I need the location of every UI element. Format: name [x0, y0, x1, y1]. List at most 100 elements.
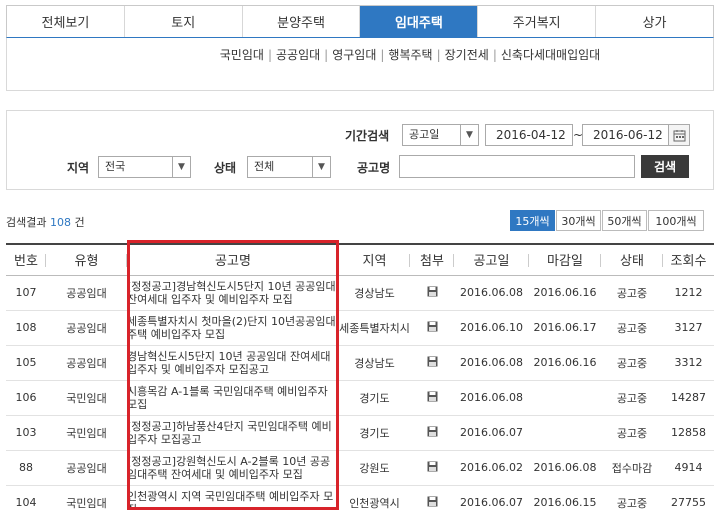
row-title-link[interactable]: 경남혁신도시5단지 10년 공공임대 잔여세대 입주자 및 예비입주자 모집공고	[127, 345, 339, 381]
row-views: 14287	[663, 380, 714, 416]
row-status: 접수마감	[601, 450, 663, 486]
floppy-disk-icon[interactable]	[427, 426, 438, 440]
table-row[interactable]: 108 공공임대 세종특별자치시 첫마을(2)단지 10년공공임대주택 예비입주…	[6, 310, 714, 346]
header-views: 조회수	[663, 243, 714, 276]
attachment-cell[interactable]	[410, 485, 454, 510]
subnav-permanent-rental[interactable]: 영구임대	[332, 48, 376, 62]
notice-table: 번호 유형 공고명 지역 첨부 공고일 마감일 상태 조회수 107 공공임대 …	[6, 243, 714, 510]
subnav-public-rental[interactable]: 공공임대	[276, 48, 320, 62]
subnav-new-multiplex[interactable]: 신축다세대매입임대	[501, 48, 600, 62]
calendar-icon[interactable]	[668, 124, 690, 146]
subnav-long-term-jeonse[interactable]: 장기전세	[445, 48, 489, 62]
row-views: 1212	[663, 275, 714, 311]
attachment-cell[interactable]	[410, 415, 454, 451]
header-title: 공고명	[127, 243, 339, 276]
row-title-link[interactable]: [정정공고]경남혁신도시5단지 10년 공공임대 잔여세대 입주자 및 예비입주…	[127, 275, 339, 311]
header-close-date: 마감일	[529, 243, 601, 276]
date-to-input[interactable]: 2016-06-12	[582, 124, 670, 146]
attachment-cell[interactable]	[410, 310, 454, 346]
tab-all[interactable]: 전체보기	[7, 6, 125, 37]
tab-rental-housing[interactable]: 임대주택	[360, 6, 479, 37]
row-close-date: 2016.06.16	[529, 275, 601, 311]
search-panel: 기간검색 공고일 ▼ 2016-04-12 ~ 2016-06-12 지역 전국 ▼…	[6, 110, 714, 190]
tab-land[interactable]: 토지	[124, 6, 243, 37]
row-views: 27755	[663, 485, 714, 510]
row-status: 공고중	[601, 415, 663, 451]
floppy-disk-icon[interactable]	[427, 286, 438, 300]
subnav-national-rental[interactable]: 국민임대	[220, 48, 264, 62]
period-type-select[interactable]: 공고일 ▼	[402, 124, 479, 146]
floppy-disk-icon[interactable]	[427, 461, 438, 475]
row-title-link[interactable]: 인천광역시 지역 국민임대주택 예비입주자 모집	[127, 485, 339, 510]
row-title-link[interactable]: [정정공고]하남풍산4단지 국민임대주택 예비입주자 모집공고	[127, 415, 339, 451]
attachment-cell[interactable]	[410, 450, 454, 486]
status-label: 상태	[214, 161, 237, 175]
row-close-date: 2016.06.15	[529, 485, 601, 510]
row-region: 경상남도	[339, 275, 410, 311]
row-region: 강원도	[339, 450, 410, 486]
perpage-50-button[interactable]: 50개씩	[602, 210, 647, 231]
row-status: 공고중	[601, 380, 663, 416]
floppy-disk-icon[interactable]	[427, 356, 438, 370]
perpage-15-button[interactable]: 15개씩	[510, 210, 555, 231]
row-close-date	[529, 380, 601, 416]
tab-sale-housing[interactable]: 분양주택	[242, 6, 361, 37]
row-type: 국민임대	[46, 415, 127, 451]
row-views: 3312	[663, 345, 714, 381]
status-select[interactable]: 전체 ▼	[247, 156, 331, 178]
table-row[interactable]: 88 공공임대 [정정공고]강원혁신도시 A-2블록 10년 공공임대주택 잔여…	[6, 450, 714, 486]
attachment-cell[interactable]	[410, 275, 454, 311]
period-label: 기간검색	[345, 129, 390, 143]
header-attachment: 첨부	[410, 243, 454, 276]
subnav: 국민임대 | 공공임대 | 영구임대 | 행복주택 | 장기전세 | 신축다세대매입임대	[219, 48, 601, 62]
row-views: 12858	[663, 415, 714, 451]
row-post-date: 2016.06.08	[454, 380, 529, 416]
row-type: 공공임대	[46, 450, 127, 486]
row-post-date: 2016.06.10	[454, 310, 529, 346]
row-number: 105	[6, 345, 46, 381]
table-row[interactable]: 106 국민임대 시흥목감 A-1블록 국민임대주택 예비입주자 모집 경기도 …	[6, 380, 714, 416]
notice-title-input[interactable]	[399, 155, 635, 178]
search-button[interactable]: 검색	[641, 155, 689, 178]
row-type: 공공임대	[46, 345, 127, 381]
subnav-happy-housing[interactable]: 행복주택	[388, 48, 432, 62]
subnav-box: 국민임대 | 공공임대 | 영구임대 | 행복주택 | 장기전세 | 신축다세대매입임대	[6, 38, 714, 91]
region-select[interactable]: 전국 ▼	[98, 156, 191, 178]
row-region: 경상남도	[339, 345, 410, 381]
header-post-date: 공고일	[454, 243, 529, 276]
table-row[interactable]: 107 공공임대 [정정공고]경남혁신도시5단지 10년 공공임대 잔여세대 입…	[6, 275, 714, 311]
perpage-100-button[interactable]: 100개씩	[648, 210, 704, 231]
row-title-link[interactable]: 세종특별자치시 첫마을(2)단지 10년공공임대주택 예비입주자 모집	[127, 310, 339, 346]
row-number: 108	[6, 310, 46, 346]
attachment-cell[interactable]	[410, 380, 454, 416]
header-number: 번호	[6, 243, 46, 276]
main-category-tabs: 전체보기 토지 분양주택 임대주택 주거복지 상가	[6, 5, 714, 38]
attachment-cell[interactable]	[410, 345, 454, 381]
tab-commercial[interactable]: 상가	[596, 6, 713, 37]
region-label: 지역	[67, 161, 90, 175]
header-region: 지역	[339, 243, 410, 276]
row-number: 106	[6, 380, 46, 416]
table-row[interactable]: 103 국민임대 [정정공고]하남풍산4단지 국민임대주택 예비입주자 모집공고…	[6, 415, 714, 451]
row-region: 인천광역시	[339, 485, 410, 510]
floppy-disk-icon[interactable]	[427, 391, 438, 405]
header-type: 유형	[46, 243, 127, 276]
row-region: 경기도	[339, 380, 410, 416]
floppy-disk-icon[interactable]	[427, 321, 438, 335]
row-close-date	[529, 415, 601, 451]
tab-housing-welfare[interactable]: 주거복지	[478, 6, 597, 37]
date-from-input[interactable]: 2016-04-12	[485, 124, 573, 146]
notice-title-label: 공고명	[357, 161, 391, 175]
row-number: 107	[6, 275, 46, 311]
chevron-down-icon: ▼	[460, 125, 478, 145]
table-row[interactable]: 104 국민임대 인천광역시 지역 국민임대주택 예비입주자 모집 인천광역시 …	[6, 485, 714, 510]
perpage-30-button[interactable]: 30개씩	[556, 210, 601, 231]
floppy-disk-icon[interactable]	[427, 496, 438, 510]
row-type: 공공임대	[46, 275, 127, 311]
chevron-down-icon: ▼	[172, 157, 190, 177]
row-title-link[interactable]: 시흥목감 A-1블록 국민임대주택 예비입주자 모집	[127, 380, 339, 416]
table-row[interactable]: 105 공공임대 경남혁신도시5단지 10년 공공임대 잔여세대 입주자 및 예…	[6, 345, 714, 381]
row-title-link[interactable]: [정정공고]강원혁신도시 A-2블록 10년 공공임대주택 잔여세대 및 예비입…	[127, 450, 339, 486]
row-type: 국민임대	[46, 380, 127, 416]
row-post-date: 2016.06.02	[454, 450, 529, 486]
